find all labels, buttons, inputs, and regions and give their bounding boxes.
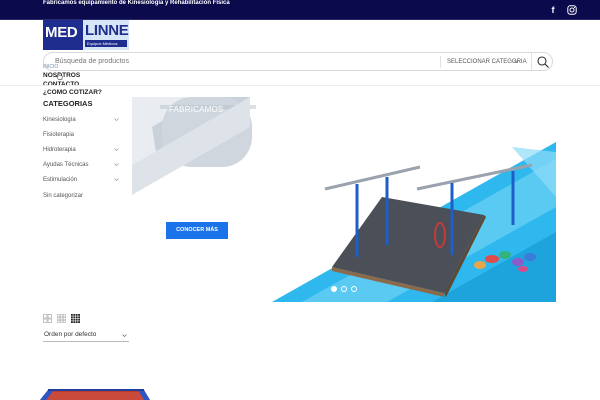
top-bar: Fabricamos equipamiento de Kinesiología … (0, 0, 600, 20)
category-estimulacion[interactable]: Estimulación (43, 176, 77, 184)
chevron-down-icon[interactable] (114, 177, 119, 182)
product-search-bar: Búsqueda de productos SELECCIONAR CATEGO… (43, 52, 553, 71)
logo-part-med: MED (43, 20, 83, 50)
category-kinesiologia[interactable]: Kinesiología (43, 116, 76, 124)
sort-label: Orden por defecto (44, 331, 97, 338)
chevron-down-icon[interactable] (114, 162, 119, 167)
topbar-text: Fabricamos equipamiento de Kinesiología … (43, 0, 230, 6)
conocer-mas-button[interactable]: CONOCER MÁS (166, 222, 228, 239)
grid-2-columns-icon[interactable] (43, 314, 52, 323)
search-input[interactable]: Búsqueda de productos (55, 56, 129, 68)
categories-title: CATEGORIAS (43, 99, 93, 108)
product-thumbnail[interactable] (40, 388, 150, 400)
nav-inicio[interactable]: INICIO (43, 64, 58, 70)
slider-dot-1[interactable] (331, 286, 337, 292)
category-ayudas-tecnicas[interactable]: Ayudas Técnicas (43, 161, 88, 169)
search-divider-2 (531, 53, 532, 70)
search-divider (440, 56, 441, 68)
chevron-down-icon (122, 334, 127, 337)
category-sin-categorizar[interactable]: Sin categorizar (43, 192, 83, 200)
chevron-down-icon[interactable] (114, 117, 119, 122)
category-hidroterapia[interactable]: Hidroterapia (43, 146, 76, 154)
logo-part-linne: LINNE (85, 22, 129, 39)
sort-select[interactable]: Orden por defecto (43, 330, 129, 342)
header-divider (0, 85, 600, 86)
grid-4-columns-icon[interactable] (71, 314, 80, 323)
slider-dot-2[interactable] (341, 286, 347, 292)
category-fisioterapia[interactable]: Fisioterapia (43, 131, 74, 139)
hero-slider: FABRICAMOS CONOCER MÁS (132, 97, 556, 302)
nav-como-cotizar[interactable]: ¿COMO COTIZAR? (43, 89, 102, 97)
slider-dot-3[interactable] (351, 286, 357, 292)
chevron-down-icon (514, 60, 519, 64)
grid-3-columns-icon[interactable] (57, 314, 66, 323)
sort-underline (43, 341, 129, 342)
hero-background-graphic (132, 97, 556, 302)
logo-tagline: Equipos Médicos (85, 40, 127, 47)
instagram-icon[interactable] (567, 5, 577, 15)
facebook-icon[interactable]: f (549, 5, 557, 15)
chevron-down-icon[interactable] (114, 147, 119, 152)
cursor-hand-icon (56, 72, 63, 80)
hero-label: FABRICAMOS (169, 105, 224, 114)
site-logo[interactable]: MED LINNE Equipos Médicos (43, 20, 129, 50)
search-icon[interactable] (536, 55, 550, 69)
